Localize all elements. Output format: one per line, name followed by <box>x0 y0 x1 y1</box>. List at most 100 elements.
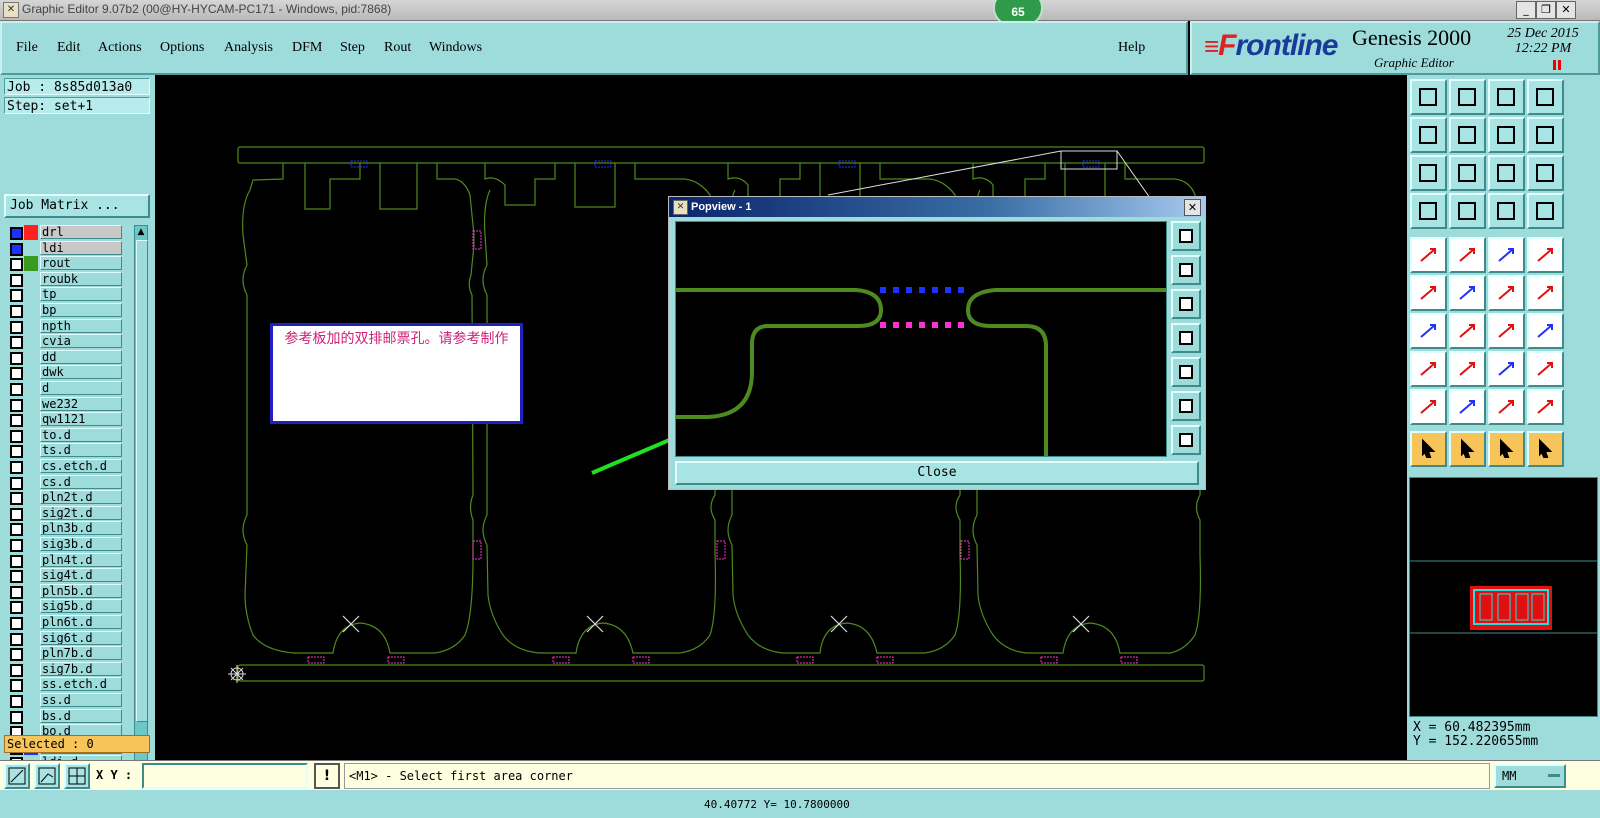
layer-name[interactable]: sig4t.d <box>40 568 122 583</box>
layer-color-swatch[interactable] <box>24 350 38 365</box>
layer-name[interactable]: pln2t.d <box>40 490 122 505</box>
tri-c-tool-button[interactable] <box>1527 389 1564 425</box>
layer-checkbox[interactable] <box>10 507 23 521</box>
layer-checkbox[interactable] <box>10 289 23 303</box>
popview-pan-down-button[interactable] <box>1171 289 1201 319</box>
pad-change-tool-button[interactable] <box>1410 351 1447 387</box>
layer-name[interactable]: sig2t.d <box>40 505 122 520</box>
menu-options[interactable]: Options <box>160 40 204 56</box>
layer-row[interactable]: sig7b.d <box>6 661 122 677</box>
overview-map[interactable] <box>1409 477 1598 717</box>
stretch-tool-button[interactable] <box>1488 351 1525 387</box>
ruler-tool-button[interactable] <box>1488 237 1525 273</box>
move-point-tool-button[interactable] <box>1488 275 1525 311</box>
layer-color-swatch[interactable] <box>24 615 38 630</box>
layer-checkbox[interactable] <box>10 617 23 630</box>
layer-checkbox[interactable] <box>10 554 23 568</box>
layer-name[interactable]: to.d <box>40 427 122 442</box>
layer-color-swatch[interactable] <box>24 303 38 318</box>
layer-name[interactable]: pln7b.d <box>40 646 122 661</box>
delete-tool-button[interactable] <box>1449 275 1486 311</box>
undo-tool-button[interactable] <box>1488 313 1525 349</box>
layer-color-swatch[interactable] <box>24 521 38 536</box>
popview-pan-up-button[interactable] <box>1171 255 1201 285</box>
layer-checkbox[interactable] <box>10 663 23 677</box>
rotate-tool-button[interactable] <box>1488 117 1525 153</box>
fit-vertical-tool-button[interactable] <box>1410 155 1447 191</box>
select-tool-button[interactable] <box>1410 431 1447 467</box>
layer-row[interactable]: bp <box>6 303 122 318</box>
layer-row[interactable]: ldi <box>6 240 122 256</box>
copy-down-tool-button[interactable] <box>1449 79 1486 115</box>
layer-name[interactable]: dwk <box>40 365 122 380</box>
layer-color-swatch[interactable] <box>24 646 38 661</box>
layer-checkbox[interactable] <box>10 445 23 459</box>
fill-text-tool-button[interactable] <box>1527 313 1564 349</box>
menu-file[interactable]: File <box>16 40 38 56</box>
layer-name[interactable]: npth <box>40 318 122 333</box>
layer-color-swatch[interactable] <box>24 334 38 349</box>
layer-name[interactable]: ss.etch.d <box>40 677 122 692</box>
layer-checkbox[interactable] <box>10 679 23 693</box>
layer-checkbox[interactable] <box>10 539 23 552</box>
layer-checkbox[interactable] <box>10 414 23 428</box>
layer-checkbox[interactable] <box>10 476 23 490</box>
menu-dfm[interactable]: DFM <box>292 40 322 56</box>
layer-row[interactable]: dd <box>6 349 122 365</box>
layer-checkbox[interactable] <box>10 305 23 318</box>
layer-name[interactable]: we232 <box>40 396 122 411</box>
layer-row[interactable]: npth <box>6 318 122 334</box>
alert-button[interactable]: ! <box>314 763 340 789</box>
grid-button[interactable] <box>64 763 90 789</box>
layer-color-swatch[interactable] <box>24 381 38 396</box>
fit-center-tool-button[interactable] <box>1449 155 1486 191</box>
layer-name[interactable]: pln6t.d <box>40 615 122 629</box>
layer-name[interactable]: ss.d <box>40 693 122 707</box>
move-left-tool-button[interactable] <box>1410 117 1447 153</box>
layer-color-swatch[interactable] <box>24 662 38 677</box>
close-button[interactable]: ✕ <box>1556 1 1576 19</box>
layer-color-swatch[interactable] <box>24 459 38 474</box>
scale-tool-button[interactable] <box>1488 155 1525 191</box>
layer-color-swatch[interactable] <box>24 256 38 272</box>
group-tool-button[interactable] <box>1527 351 1564 387</box>
layer-color-swatch[interactable] <box>24 428 38 443</box>
layer-row[interactable]: bs.d <box>6 708 122 724</box>
layer-color-swatch[interactable] <box>24 631 38 646</box>
popview-zoom-out-button[interactable] <box>1171 425 1201 455</box>
layer-checkbox[interactable] <box>10 242 23 256</box>
layer-row[interactable]: ss.d <box>6 693 122 708</box>
snap-mode-button[interactable] <box>4 763 30 789</box>
layer-color-swatch[interactable] <box>24 709 38 724</box>
layer-row[interactable]: pln3b.d <box>6 521 122 537</box>
layer-checkbox[interactable] <box>10 258 23 272</box>
select-lasso-tool-button[interactable] <box>1527 431 1564 467</box>
scroll-thumb[interactable] <box>136 240 148 722</box>
layer-name[interactable]: qw1121 <box>40 412 122 427</box>
layer-color-swatch[interactable] <box>24 490 38 505</box>
tri-a-tool-button[interactable] <box>1449 389 1486 425</box>
job-matrix-button[interactable]: Job Matrix ... <box>4 194 150 218</box>
select-box-tool-button[interactable] <box>1449 431 1486 467</box>
layer-row[interactable]: pln6t.d <box>6 615 122 630</box>
layer-checkbox[interactable] <box>10 585 23 599</box>
layer-name[interactable]: bs.d <box>40 708 122 723</box>
layer-row[interactable]: cs.etch.d <box>6 459 122 474</box>
properties-tool-button[interactable] <box>1410 193 1447 229</box>
layer-checkbox[interactable] <box>10 383 23 396</box>
layer-color-swatch[interactable] <box>24 537 38 552</box>
layer-color-swatch[interactable] <box>24 553 38 568</box>
layer-name[interactable]: cs.etch.d <box>40 459 122 473</box>
restore-button[interactable]: ❐ <box>1536 1 1556 19</box>
layer-row[interactable]: sig2t.d <box>6 505 122 521</box>
move-right-tool-button[interactable] <box>1449 117 1486 153</box>
layer-row[interactable]: qw1121 <box>6 412 122 428</box>
layer-row[interactable]: to.d <box>6 427 122 443</box>
layer-name[interactable]: roubk <box>40 271 122 286</box>
layer-checkbox[interactable] <box>10 523 23 537</box>
menu-rout[interactable]: Rout <box>384 40 411 56</box>
layer-row[interactable]: tp <box>6 287 122 303</box>
minimize-button[interactable]: _ <box>1516 1 1536 19</box>
copy-up-tool-button[interactable] <box>1410 79 1447 115</box>
layer-name[interactable]: sig6t.d <box>40 630 122 645</box>
